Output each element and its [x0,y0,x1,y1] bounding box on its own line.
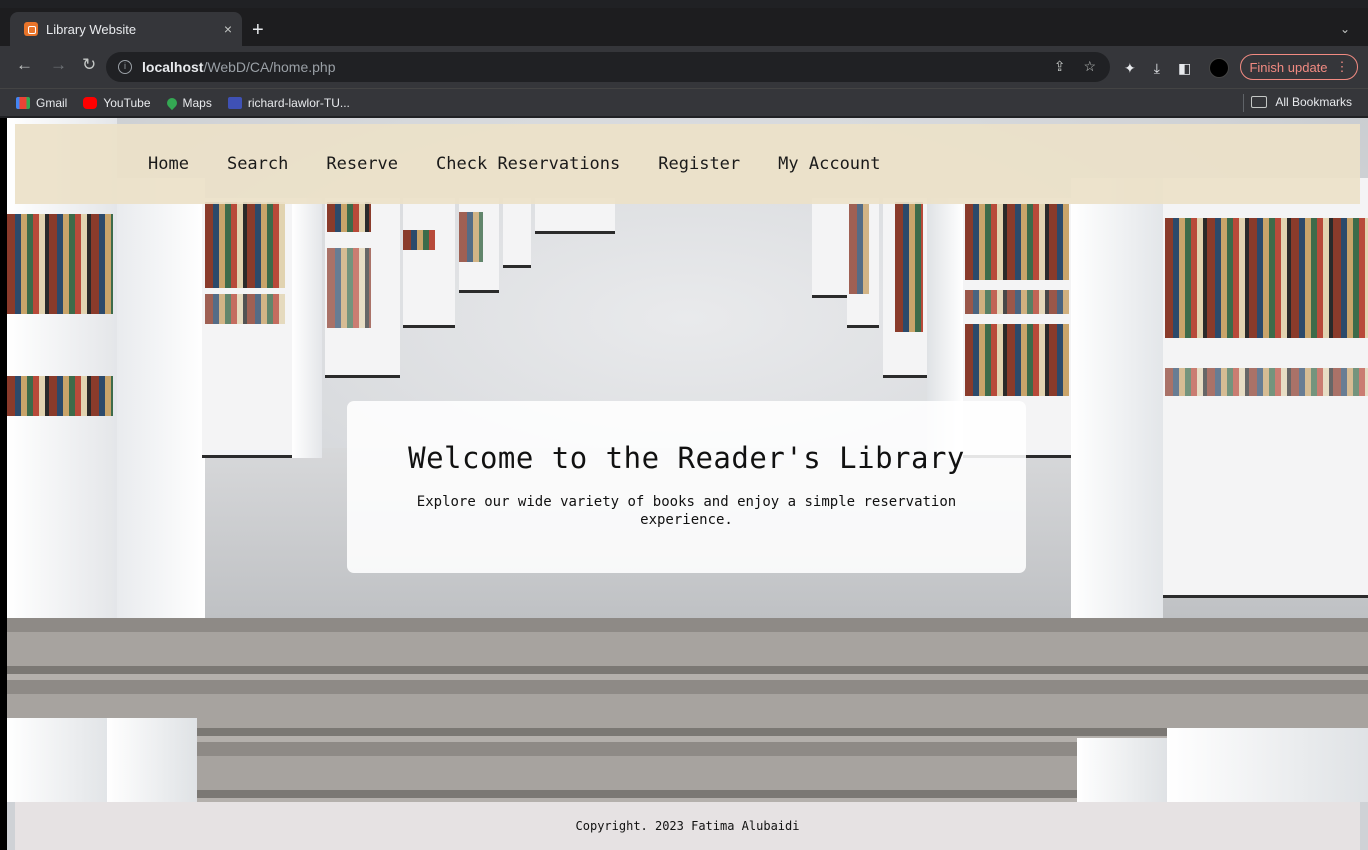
bookmark-star-icon[interactable]: ☆ [1083,58,1096,75]
bookshelf [403,230,435,250]
xampp-favicon-icon [24,22,38,36]
shelf [812,198,848,298]
finish-update-button[interactable]: Finish update ⋮ [1240,54,1358,80]
bookmark-label: Gmail [36,95,68,110]
address-bar[interactable]: i localhost /WebD/CA/home.php ⇪ ☆ [106,52,1110,82]
main-nav: Home Search Reserve Check Reservations R… [15,124,1360,204]
shelf-pillar [117,178,205,618]
url-host: localhost [142,59,204,75]
bookmark-richard-lawlor[interactable]: richard-lawlor-TU... [227,95,350,110]
bookshelf [965,324,1069,396]
nav-my-account[interactable]: My Account [778,154,880,174]
browser-toolbar: ← → ↻ i localhost /WebD/CA/home.php ⇪ ☆ … [0,46,1368,88]
bookshelf [205,294,285,324]
welcome-panel: Welcome to the Reader's Library Explore … [347,401,1026,573]
bookshelf [7,376,113,416]
youtube-icon [83,96,98,109]
browser-tab[interactable]: Library Website × [10,12,242,46]
url-path: /WebD/CA/home.php [203,59,336,75]
bookshelf [459,212,483,262]
side-panel-icon[interactable]: ◧ [1178,60,1191,77]
nav-register[interactable]: Register [658,154,740,174]
shelf-pillar [292,198,322,458]
maps-icon [164,95,179,110]
bookmark-label: richard-lawlor-TU... [247,95,350,110]
welcome-description: Explore our wide variety of books and en… [416,494,957,528]
all-bookmarks-label: All Bookmarks [1275,95,1352,109]
gmail-icon [16,96,30,109]
bookshelf [965,204,1069,280]
extensions-icon[interactable]: ✦ [1124,60,1136,77]
finish-update-label: Finish update [1249,59,1328,75]
page-title: Welcome to the Reader's Library [408,441,965,475]
bookshelf [327,202,371,232]
nav-check-reservations[interactable]: Check Reservations [436,154,620,174]
lower-background-image [7,618,1368,802]
tab-title: Library Website [46,21,137,37]
bookmark-icon [227,96,242,109]
nav-reserve[interactable]: Reserve [326,154,398,174]
forward-icon[interactable]: → [50,55,67,75]
bookshelf [1165,368,1368,396]
nav-search[interactable]: Search [227,154,288,174]
more-menu-icon: ⋮ [1335,59,1349,74]
bookshelf [7,214,113,314]
folder-icon [1251,96,1268,108]
profile-avatar[interactable] [1209,58,1230,78]
all-bookmarks-button[interactable]: All Bookmarks [1251,95,1352,109]
nav-home[interactable]: Home [148,154,189,174]
back-icon[interactable]: ← [16,55,33,75]
shelf-pillar [1071,178,1163,618]
share-icon[interactable]: ⇪ [1054,58,1066,75]
reload-icon[interactable]: ↻ [82,55,96,75]
bookshelf [1165,218,1368,338]
bookmark-label: Maps [182,95,212,110]
shelf [503,198,531,268]
close-tab-icon[interactable]: × [224,21,232,37]
shelf [403,198,455,328]
shelf-pillar [107,718,197,802]
bookmarks-divider [1243,94,1244,112]
shelf-pillar [7,718,117,802]
footer: Copyright. 2023 Fatima Alubaidi [15,802,1360,850]
copyright-text: Copyright. 2023 Fatima Alubaidi [575,819,800,833]
bookmark-youtube[interactable]: YouTube [83,95,151,110]
bookmarks-bar: Gmail YouTube Maps richard-lawlor-TU... … [0,88,1368,116]
tab-search-icon[interactable]: ⌄ [1340,22,1350,36]
browser-chrome: Library Website × + ⌄ ← → ↻ i localhost … [0,0,1368,118]
bookshelf [849,204,869,294]
bookshelf [895,202,923,332]
bookmark-maps[interactable]: Maps [164,95,212,110]
bookshelf [205,202,285,288]
bookshelf [965,290,1069,314]
shelf-pillar [1077,738,1167,802]
download-icon[interactable]: ⤓ [1154,60,1160,77]
bookmark-label: YouTube [103,95,151,110]
new-tab-button[interactable]: + [252,20,264,40]
page-content: Home Search Reserve Check Reservations R… [7,118,1368,850]
site-info-icon[interactable]: i [118,60,132,74]
tab-bar: Library Website × + ⌄ [0,8,1368,46]
bookshelf [327,248,371,328]
bookmark-gmail[interactable]: Gmail [16,96,67,110]
shelf-pillar [1167,728,1368,802]
